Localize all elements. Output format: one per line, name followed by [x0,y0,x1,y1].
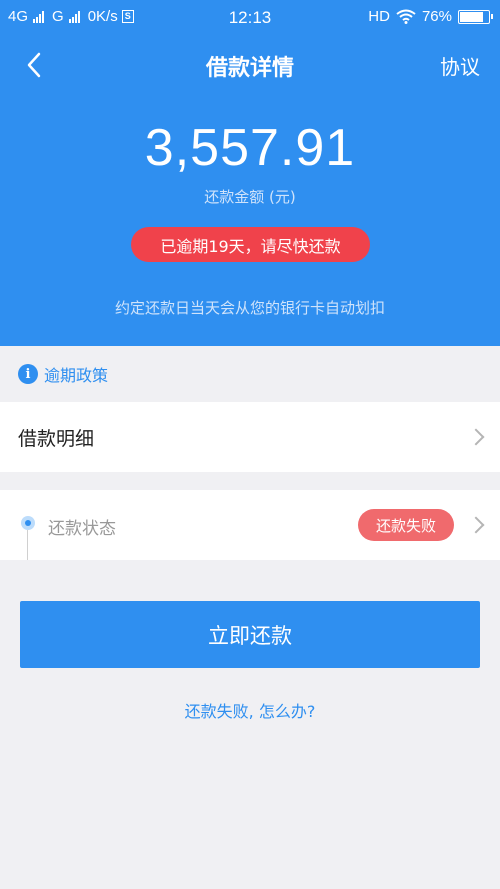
timeline-dot-icon [21,516,35,530]
timeline-line [27,530,28,560]
status-bar-right: HD 76% [368,8,493,25]
chevron-right-icon [467,516,485,534]
repayment-status-row[interactable]: 还款状态 还款失败 [0,490,500,560]
battery-icon [458,9,493,24]
loan-detail-label: 借款明细 [18,427,95,450]
repayment-failed-help-link[interactable]: 还款失败, 怎么办? [0,698,500,722]
repayment-amount-label: 还款金额 (元) [204,188,296,206]
info-icon: i [18,364,38,384]
page-title: 借款详情 [205,56,294,81]
repayment-amount: 3,557.91 [144,119,356,177]
overdue-badge: 已逾期19天，请尽快还款 [131,227,370,262]
status-bar: 4G G 0K/s S 12:13 HD 76% [0,0,500,34]
protocol-link[interactable]: 协议 [440,51,480,80]
chevron-right-icon [467,428,485,446]
auto-debit-note: 约定还款日当天会从您的银行卡自动划扣 [114,299,385,317]
battery-percent: 76% [421,8,452,25]
loan-detail-row[interactable]: 借款明细 [0,402,500,472]
wifi-icon [396,9,416,24]
hd-indicator: HD [368,8,390,25]
repayment-status-label: 还款状态 [48,519,116,539]
repay-now-button[interactable]: 立即还款 [20,601,480,668]
battery-fill [460,11,483,22]
repayment-failed-badge: 还款失败 [358,509,454,541]
loan-summary-header: 4G G 0K/s S 12:13 HD 76% 借款详情 协议 3,557.9… [0,0,500,346]
overdue-policy-link[interactable]: i 逾期政策 [0,358,108,390]
overdue-policy-label: 逾期政策 [44,366,109,385]
